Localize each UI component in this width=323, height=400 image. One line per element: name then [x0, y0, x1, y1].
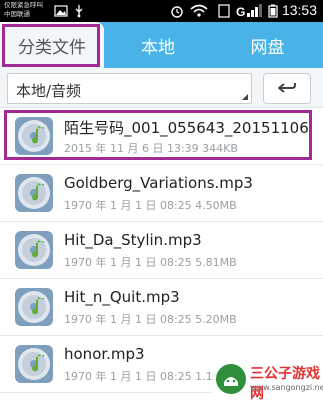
audio-file-icon: [15, 231, 53, 269]
carrier-line-2: 中国联通: [4, 10, 30, 18]
audio-file-icon: [15, 345, 53, 383]
file-row[interactable]: Goldberg_Variations.mp3 1970 年 1 月 1 日 08…: [0, 165, 323, 222]
audio-file-icon: [15, 288, 53, 326]
file-name: 陌生号码_001_055643_20151106: [64, 119, 309, 137]
return-arrow-icon: [278, 82, 296, 93]
file-row[interactable]: Hit_Da_Stylin.mp3 1970 年 1 月 1 日 08:25 5.…: [0, 222, 323, 279]
status-bar: 仅限紧急呼叫 中国联通 G 13:53: [0, 0, 323, 22]
carrier-line-1: 仅限紧急呼叫: [4, 1, 43, 9]
file-row[interactable]: Hit_n_Quit.mp3 1970 年 1 月 1 日 08:25 5.20M…: [0, 279, 323, 336]
file-meta: 1970 年 1 月 1 日 08:25 5.81MB: [64, 256, 237, 269]
battery-icon: [268, 4, 278, 18]
file-name: Hit_n_Quit.mp3: [64, 288, 180, 306]
watermark-logo-icon: [216, 364, 246, 394]
file-name: honor.mp3: [64, 345, 145, 363]
tab-bar: 分类文件 本地 网盘: [0, 22, 323, 68]
clock: 13:53: [281, 2, 317, 18]
watermark: 三公子游戏网 www.sangongzi.net: [212, 360, 323, 400]
path-dropdown[interactable]: 本地/音频: [7, 73, 252, 104]
path-bar: 本地/音频: [0, 68, 323, 108]
file-row[interactable]: 陌生号码_001_055643_20151106 2015 年 11 月 6 日 …: [0, 108, 323, 165]
sim-icon: [218, 4, 230, 18]
back-button[interactable]: [263, 73, 311, 104]
usb-icon: [75, 5, 83, 18]
file-meta: 1970 年 1 月 1 日 08:25 1.16MB: [64, 370, 237, 383]
file-meta: 2015 年 11 月 6 日 13:39 344KB: [64, 142, 238, 155]
carrier-info: 仅限紧急呼叫 中国联通: [4, 1, 43, 19]
wifi-icon: [190, 4, 208, 17]
watermark-title: 三公子游戏网: [250, 366, 320, 400]
tab-local[interactable]: 本地: [104, 22, 212, 68]
audio-file-icon: [15, 174, 53, 212]
svg-text:G: G: [236, 5, 245, 18]
watermark-url: www.sangongzi.net: [250, 383, 323, 392]
file-meta: 1970 年 1 月 1 日 08:25 5.20MB: [64, 313, 237, 326]
alarm-icon: [171, 6, 183, 18]
file-meta: 1970 年 1 月 1 日 08:25 4.50MB: [64, 199, 237, 212]
image-notification-icon: [54, 5, 68, 17]
signal-3g-icon: G: [236, 4, 262, 18]
audio-file-icon: [15, 117, 53, 155]
tab-cloud[interactable]: 网盘: [212, 22, 323, 68]
tab-categories[interactable]: 分类文件: [0, 22, 104, 68]
dropdown-corner-icon: [242, 94, 248, 100]
file-name: Goldberg_Variations.mp3: [64, 174, 253, 192]
file-name: Hit_Da_Stylin.mp3: [64, 231, 202, 249]
path-label: 本地/音频: [16, 82, 82, 100]
